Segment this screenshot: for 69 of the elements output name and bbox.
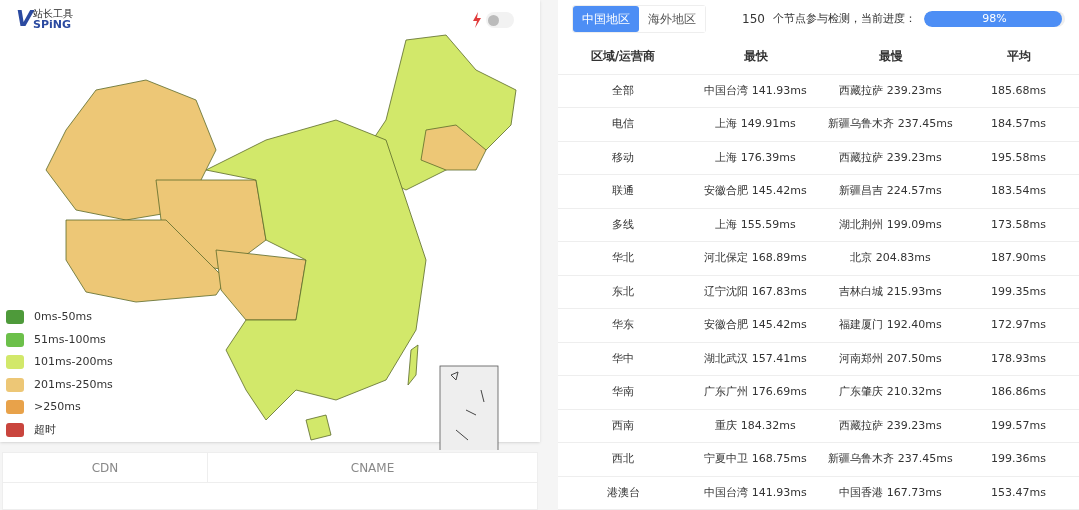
column-header: CDN xyxy=(91,459,119,477)
table-cell-text: 西藏拉萨 239.23ms xyxy=(838,417,943,434)
table-cell-text: 西南 xyxy=(611,417,635,434)
toggle-switch[interactable] xyxy=(486,12,514,28)
table-cell-text: 195.58ms xyxy=(990,149,1047,166)
table-cell-text: 华北 xyxy=(611,250,635,266)
table-cell-text: 安徽合肥 145.42ms xyxy=(703,317,808,333)
table-cell-text: 多线 xyxy=(611,216,635,233)
column-header: 最慢 xyxy=(877,47,904,65)
table-cell-text: 中国香港 167.73ms xyxy=(838,484,943,501)
table-cell-text: 福建厦门 192.40ms xyxy=(838,317,943,333)
table-cell-text: 173.58ms xyxy=(990,216,1047,233)
table-cell-text: 安徽合肥 145.42ms xyxy=(703,183,808,199)
table-cell-text: 港澳台 xyxy=(605,484,641,501)
table-cell-text: 199.57ms xyxy=(990,417,1047,434)
table-cell-text: 北京 204.83ms xyxy=(849,250,932,266)
table-cell-text: 辽宁沈阳 167.83ms xyxy=(703,283,808,300)
legend-label: 超时 xyxy=(34,421,56,438)
table-cell-text: 178.93ms xyxy=(990,350,1047,367)
table-cell-text: 185.68ms xyxy=(990,82,1047,99)
table-cell-text: 河南郑州 207.50ms xyxy=(838,350,943,367)
column-header: 区域/运营商 xyxy=(589,47,657,65)
table-cell-text: 湖北武汉 157.41ms xyxy=(703,350,808,367)
table-cell-text: 上海 149.91ms xyxy=(714,116,797,132)
table-cell-text: 中国台湾 141.93ms xyxy=(703,484,808,501)
table-cell-text: 全部 xyxy=(611,82,635,99)
lightning-icon xyxy=(472,12,482,28)
table-cell-text: 西藏拉萨 239.23ms xyxy=(838,82,943,99)
table-cell-text: 东北 xyxy=(611,283,635,300)
legend-label: 51ms-100ms xyxy=(34,331,106,348)
table-cell-text: 172.97ms xyxy=(990,317,1047,333)
column-header: CNAME xyxy=(350,459,395,477)
table-cell-text: 湖北荆州 199.09ms xyxy=(838,216,943,233)
table-cell-text: 新疆昌吉 224.57ms xyxy=(838,183,943,199)
table-cell-text: 新疆乌鲁木齐 237.45ms xyxy=(827,451,954,467)
table-cell-text: 联通 xyxy=(611,183,635,199)
legend-label: 0ms-50ms xyxy=(34,309,92,326)
table-cell-text: 吉林白城 215.93ms xyxy=(838,283,943,300)
table-cell-text: 153.47ms xyxy=(990,484,1047,501)
table-cell-text: 186.86ms xyxy=(990,384,1047,400)
table-cell-text: 199.36ms xyxy=(990,451,1047,467)
table-cell-text: 华中 xyxy=(611,350,635,367)
table-cell-text: 宁夏中卫 168.75ms xyxy=(703,451,808,467)
column-header: 平均 xyxy=(1005,47,1032,65)
table-cell-text: 华东 xyxy=(611,317,635,333)
progress-label: 个节点参与检测，当前进度： xyxy=(772,10,916,27)
table-cell-text: 上海 176.39ms xyxy=(714,149,797,166)
node-count: 150 xyxy=(742,11,765,29)
table-cell-text: 华南 xyxy=(611,384,635,400)
table-cell-text: 183.54ms xyxy=(990,183,1047,199)
table-cell-text: 新疆乌鲁木齐 237.45ms xyxy=(827,116,954,132)
table-cell-text: 电信 xyxy=(611,116,635,132)
legend-label: >250ms xyxy=(34,399,81,416)
legend-label: 101ms-200ms xyxy=(34,354,113,371)
table-cell-text: 移动 xyxy=(611,149,635,166)
legend-label: 201ms-250ms xyxy=(34,376,113,393)
table-cell-text: 河北保定 168.89ms xyxy=(703,250,808,266)
table-cell-text: 184.57ms xyxy=(990,116,1047,132)
table-cell-text: 187.90ms xyxy=(990,250,1047,266)
table-cell-text: 广东广州 176.69ms xyxy=(703,384,808,400)
table-cell-text: 西藏拉萨 239.23ms xyxy=(838,149,943,166)
table-cell-text: 199.35ms xyxy=(990,283,1047,300)
table-cell-text: 中国台湾 141.93ms xyxy=(703,82,808,99)
table-cell-text: 重庆 184.32ms xyxy=(714,417,797,434)
table-cell-text: 西北 xyxy=(611,451,635,467)
progress-reading: 98% xyxy=(981,11,1008,27)
column-header: 最快 xyxy=(742,47,769,65)
table-cell-text: 上海 155.59ms xyxy=(714,216,797,233)
table-cell-text: 广东肇庆 210.32ms xyxy=(838,384,943,400)
